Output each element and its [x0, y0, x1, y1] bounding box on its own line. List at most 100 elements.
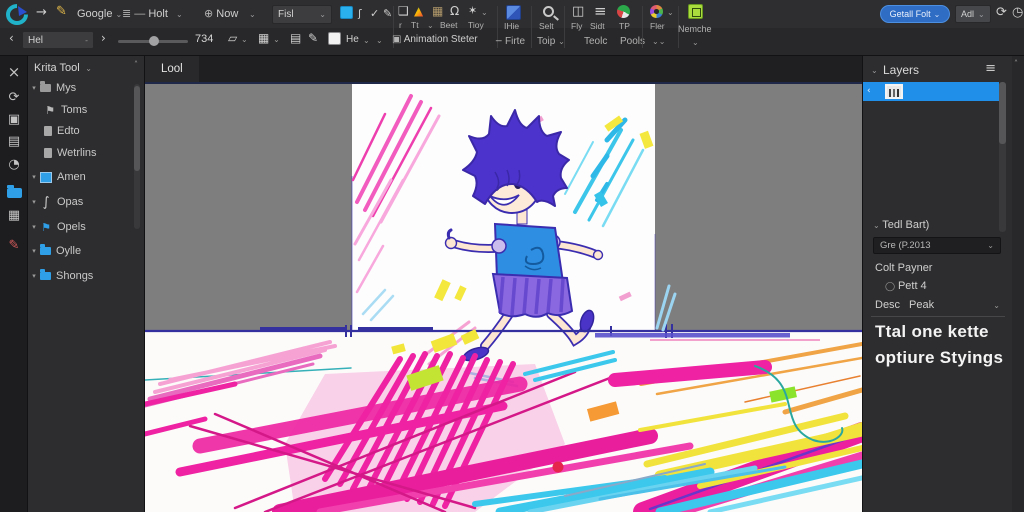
pencil-icon[interactable]: ✎ — [56, 5, 67, 18]
bell-icon[interactable]: Ω — [450, 5, 459, 17]
tree-item-mys[interactable]: ▾ Mys — [28, 78, 138, 98]
drive-triangle-icon[interactable]: ▲ — [414, 5, 423, 17]
tool-section-header[interactable]: ⌄ Tedl Bart) — [873, 219, 929, 231]
scrollbar-thumb[interactable] — [999, 82, 1006, 144]
chevron-down-icon[interactable]: ⌄ — [993, 301, 1000, 310]
holt-label: Holt — [148, 8, 168, 20]
file-app-icon[interactable] — [506, 5, 521, 20]
tree-item-toms[interactable]: ⚑ Toms — [28, 100, 138, 120]
adl-dropdown[interactable]: Adl ⌄ — [955, 5, 991, 23]
caption-fly: Fly — [571, 21, 583, 31]
search-icon[interactable] — [543, 6, 554, 17]
chevron-down-icon[interactable]: ⌄ — [871, 66, 878, 75]
expand-triangle-icon[interactable]: ▾ — [28, 173, 40, 181]
text-tool-icon[interactable]: ʃ — [358, 8, 362, 19]
briefcase-icon[interactable]: ▦ — [432, 5, 443, 17]
document-tab-bar: Lool — [145, 56, 862, 84]
expand-triangle-icon[interactable]: ▾ — [28, 198, 40, 206]
color-dots-icon[interactable] — [650, 5, 663, 18]
size-slider-knob[interactable] — [149, 36, 159, 46]
tree-item-edto[interactable]: Edto — [28, 121, 138, 141]
chevron-down-icon: ⌄ — [873, 221, 883, 230]
collapse-icon[interactable]: ˄ — [134, 61, 138, 69]
drawing-canvas[interactable] — [145, 84, 862, 512]
pen-icon[interactable]: ✎ — [383, 8, 392, 19]
app-logo-icon[interactable] — [5, 3, 31, 30]
fisl-dropdown[interactable]: Fisl ⌄ — [272, 5, 332, 24]
hamburger-menu-icon[interactable]: ≡ — [985, 62, 996, 75]
grid-tool-icon[interactable]: ▦ ⌄ — [258, 32, 280, 44]
chevron-down-icon[interactable]: ⌄ — [83, 64, 92, 73]
app-window: → ✎ Google ⌄ ≣ — Holt ⌄ ⊕ Now ⌄ Fisl ⌄ ʃ… — [0, 0, 1024, 512]
layer-thumbnail — [884, 84, 903, 99]
toolbar-divider — [531, 6, 532, 48]
panel-icon[interactable]: ▤ — [290, 32, 301, 44]
close-tool-icon[interactable]: × — [0, 65, 28, 80]
now-dropdown[interactable]: ⊕ Now ⌄ — [204, 8, 256, 20]
brush-icon[interactable]: ✎ — [308, 32, 318, 44]
chevron-right-icon[interactable]: › — [101, 32, 106, 44]
globe-icon[interactable]: ◔ — [0, 158, 28, 171]
calendar-icon[interactable]: ▦ — [0, 209, 28, 222]
primary-action-label: Getall Folt — [889, 9, 931, 19]
radio-option[interactable]: ◯ Pett 4 — [885, 280, 927, 292]
collapse-icon[interactable]: ˄ — [1014, 60, 1018, 68]
hel-dropdown[interactable]: Hel - — [22, 31, 94, 49]
frame-icon: ▣ — [392, 34, 402, 45]
caption-selt: Selt — [539, 21, 554, 31]
shape-tool-icon[interactable]: ▱ ⌄ — [228, 32, 248, 44]
expand-triangle-icon[interactable]: ▾ — [28, 247, 40, 255]
color-payner-label: Colt Payner — [875, 262, 933, 274]
chevron-left-icon: ‹ — [867, 86, 871, 96]
caption-tt: Tt — [411, 20, 419, 30]
chevron-down-icon[interactable]: ⌄ — [376, 36, 383, 45]
left-icon-rail: × ⟳ ▣ ▤ ◔ ▦ ✎ — [0, 56, 28, 512]
tree-item-oylle[interactable]: ▾ Oylle — [28, 241, 138, 261]
tree-item-wetrlins[interactable]: Wetrlins — [28, 143, 138, 163]
color-swatch-blue[interactable] — [340, 6, 353, 19]
tree-item-opas[interactable]: ▾ ∫ Opas — [28, 192, 138, 212]
pencil-red-icon[interactable]: ✎ — [0, 239, 28, 252]
clock-icon[interactable]: ◷ — [1012, 6, 1023, 19]
arrow-icon[interactable]: → — [36, 6, 47, 19]
color-swatch-white[interactable] — [328, 32, 341, 45]
chevron-down-icon: - — [85, 35, 88, 45]
tree-item-amen[interactable]: ▾ Amen — [28, 167, 138, 187]
tool-preset-value: Gre (P.2013 — [880, 240, 931, 251]
caption-tp: TP — [619, 21, 630, 31]
caption-toip: Toip ⌄ — [537, 36, 565, 47]
document-edit-icon[interactable]: ▤ — [0, 135, 28, 148]
primary-action-button[interactable]: Getall Folt ⌄ — [880, 5, 950, 23]
tool-preset-dropdown[interactable]: Gre (P.2013 ⌄ — [873, 237, 1001, 254]
holt-dropdown[interactable]: ≣ — Holt ⌄ — [122, 8, 183, 20]
drawer-icon[interactable] — [7, 185, 22, 198]
divider — [871, 316, 1005, 317]
document-tab[interactable]: Lool — [145, 56, 199, 82]
refresh-tool-icon[interactable]: ⟳ — [0, 91, 28, 104]
adl-value: Adl — [961, 9, 975, 19]
picture-icon[interactable]: ▣ — [0, 113, 28, 126]
wand-icon[interactable]: ✶ — [468, 5, 477, 16]
expand-triangle-icon[interactable]: ▾ — [28, 272, 40, 280]
chevron-down-icon: ⌄ — [170, 10, 183, 19]
tree-item-shongs[interactable]: ▾ Shongs — [28, 266, 138, 286]
scrollbar-thumb[interactable] — [134, 86, 140, 171]
chevron-left-icon[interactable]: ‹ — [9, 32, 14, 44]
expand-triangle-icon[interactable]: ▾ — [28, 84, 40, 92]
tree-item-opels[interactable]: ▾ ⚑ Opels — [28, 217, 138, 237]
layer-row-selected[interactable]: ‹ — [863, 82, 999, 101]
check-icon[interactable]: ✓ — [370, 8, 379, 19]
chevron-down-icon[interactable]: ⌄ — [363, 36, 370, 45]
expand-triangle-icon[interactable]: ▾ — [28, 223, 40, 231]
refresh-icon[interactable]: ⟳ — [996, 6, 1007, 19]
animation-tab[interactable]: ▣ Animation Steter — [392, 34, 478, 45]
nemche-app-icon[interactable] — [688, 4, 703, 19]
globe-color-icon[interactable] — [617, 5, 630, 18]
comment-icon[interactable]: ❑ — [398, 5, 409, 17]
window-icon[interactable]: ◫ — [572, 5, 584, 18]
menu-lines-icon[interactable]: ≡ — [594, 4, 607, 19]
google-dropdown[interactable]: Google ⌄ — [77, 8, 122, 20]
caption-fler: Fler — [650, 21, 665, 31]
now-label: Now — [216, 8, 239, 20]
chevron-down-icon: ⌄ — [978, 9, 985, 19]
